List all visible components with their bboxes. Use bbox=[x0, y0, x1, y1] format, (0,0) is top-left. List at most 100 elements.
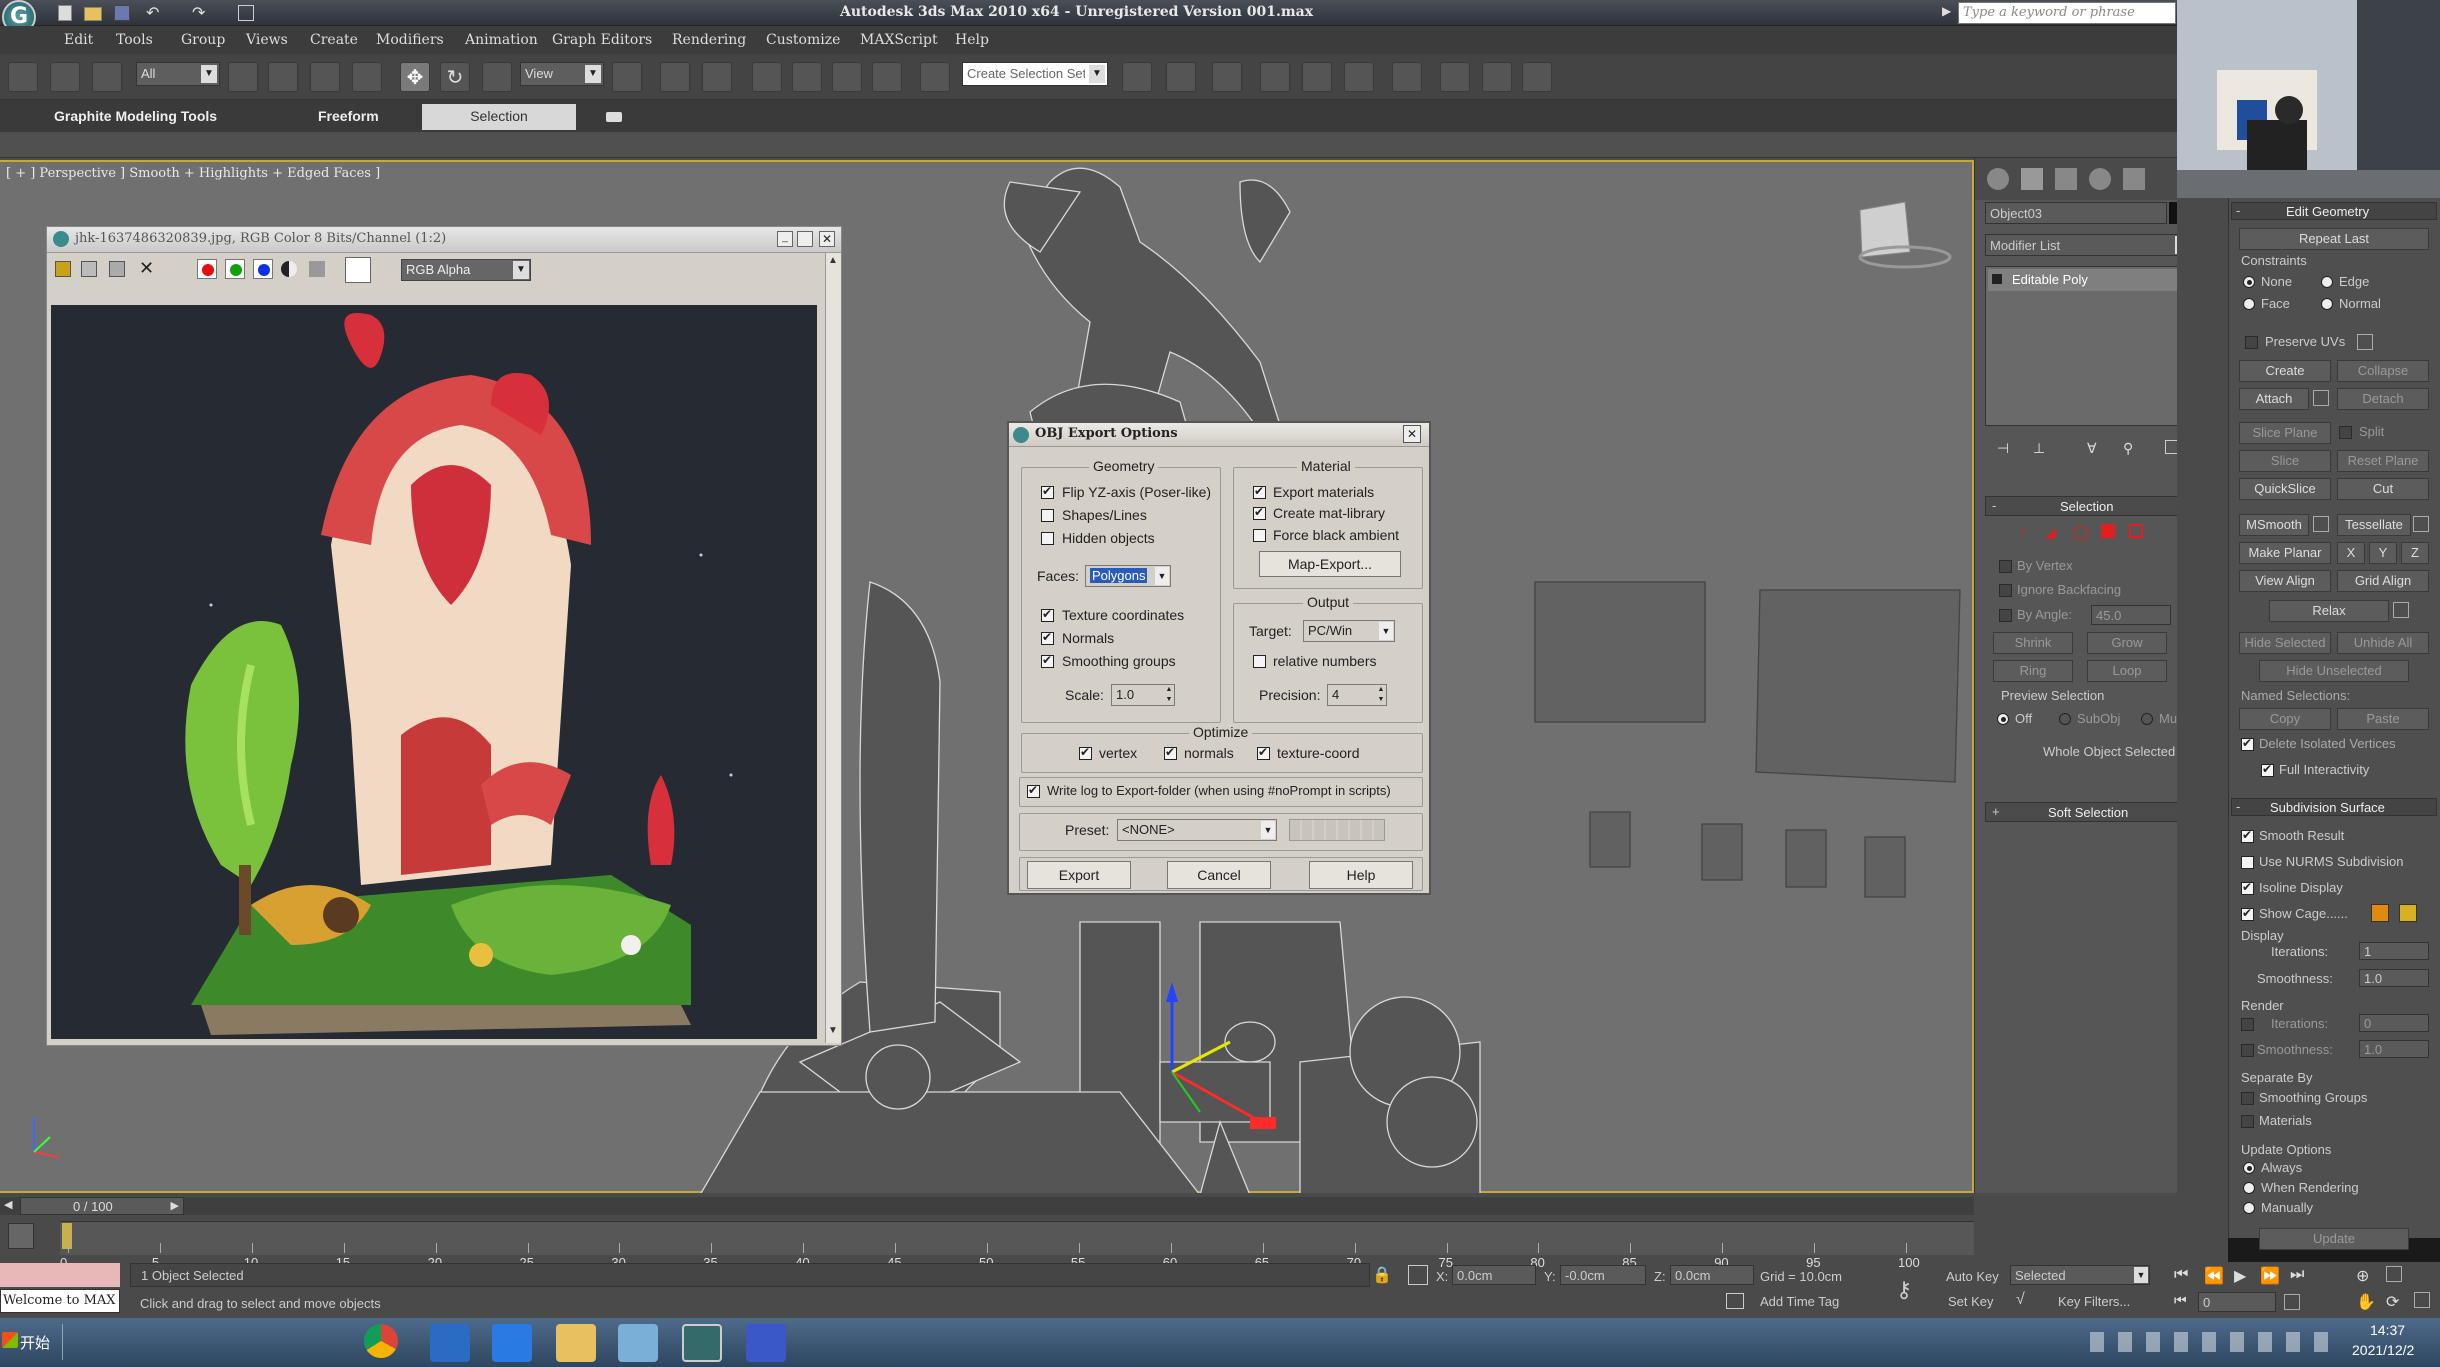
by-angle-spinner[interactable]: 45.0 bbox=[2091, 605, 2171, 625]
app-s-icon[interactable] bbox=[430, 1324, 470, 1362]
scroll-up-icon[interactable]: ▲ bbox=[828, 255, 838, 266]
ring-button[interactable]: Ring bbox=[1993, 660, 2073, 682]
preserve-uvs-checkbox[interactable] bbox=[2245, 336, 2258, 349]
z-coordinate-field[interactable]: 0.0cm bbox=[1670, 1265, 1754, 1285]
preset-actions[interactable] bbox=[1289, 819, 1385, 841]
soft-selection-rollout-header[interactable]: + Soft Selection bbox=[1985, 802, 2177, 822]
viewcube-icon[interactable] bbox=[1858, 201, 1952, 269]
edge-mode-icon[interactable]: ◢ bbox=[2045, 524, 2056, 541]
motion-tab-icon[interactable] bbox=[2089, 168, 2111, 190]
menu-create[interactable]: Create bbox=[310, 32, 358, 48]
select-by-name-icon[interactable] bbox=[268, 62, 298, 92]
show-end-result-icon[interactable]: ⊥ bbox=[2033, 440, 2045, 457]
optimize-normals-checkbox[interactable] bbox=[1164, 745, 1177, 760]
detach-button[interactable]: Detach bbox=[2337, 388, 2429, 410]
select-manipulate-icon[interactable] bbox=[660, 62, 690, 92]
grid-align-button[interactable]: Grid Align bbox=[2337, 570, 2429, 592]
view-align-button[interactable]: View Align bbox=[2239, 570, 2331, 592]
msmooth-button[interactable]: MSmooth bbox=[2239, 514, 2309, 536]
menu-rendering[interactable]: Rendering bbox=[672, 32, 746, 48]
file-explorer-icon[interactable] bbox=[556, 1324, 596, 1362]
preview-off-radio[interactable] bbox=[1997, 713, 2009, 725]
constraint-none-radio[interactable] bbox=[2243, 276, 2255, 288]
subdivision-surface-header[interactable]: - Subdivision Surface bbox=[2231, 798, 2437, 816]
rectangular-selection-icon[interactable] bbox=[310, 62, 340, 92]
spinner-snap-icon[interactable] bbox=[872, 62, 902, 92]
schematic-view-icon[interactable] bbox=[1344, 62, 1374, 92]
grow-button[interactable]: Grow bbox=[2087, 632, 2167, 654]
scroll-down-icon[interactable]: ▼ bbox=[828, 1025, 838, 1036]
select-object-icon[interactable] bbox=[228, 62, 258, 92]
obj-export-dialog[interactable]: OBJ Export Options ✕ Geometry Flip YZ-ax… bbox=[1007, 421, 1431, 895]
unhide-all-button[interactable]: Unhide All bbox=[2337, 632, 2429, 654]
hidden-objects-checkbox[interactable] bbox=[1041, 532, 1054, 545]
maxscript-output[interactable]: Welcome to MAX bbox=[0, 1289, 120, 1313]
time-configuration-icon[interactable] bbox=[2284, 1294, 2300, 1310]
tab-graphite-modeling-tools[interactable]: Graphite Modeling Tools bbox=[44, 104, 227, 130]
render-window-scrollbar[interactable]: ▲ ▼ bbox=[825, 253, 841, 1043]
reset-plane-button[interactable]: Reset Plane bbox=[2337, 450, 2429, 472]
background-color-swatch[interactable] bbox=[345, 257, 371, 283]
cage-selected-color-swatch[interactable] bbox=[2399, 904, 2417, 922]
smoothing-groups-checkbox[interactable] bbox=[1041, 653, 1054, 668]
display-iterations-spinner[interactable]: 1 bbox=[2359, 942, 2429, 960]
align-icon[interactable] bbox=[1166, 62, 1196, 92]
app-nav-icon[interactable] bbox=[492, 1324, 532, 1362]
unlink-icon[interactable] bbox=[50, 62, 80, 92]
search-arrow-icon[interactable]: ▶ bbox=[1942, 4, 1951, 18]
app-pen-icon[interactable] bbox=[618, 1324, 658, 1362]
delete-isolated-checkbox[interactable] bbox=[2241, 736, 2254, 751]
isoline-display-checkbox[interactable] bbox=[2241, 880, 2254, 895]
quickslice-button[interactable]: QuickSlice bbox=[2239, 478, 2331, 500]
key-mode-toggle-icon[interactable]: ⏮ bbox=[2174, 1292, 2187, 1309]
preview-subobj-radio[interactable] bbox=[2059, 713, 2071, 725]
by-vertex-checkbox[interactable] bbox=[1999, 560, 2012, 573]
new-file-icon[interactable] bbox=[58, 5, 72, 21]
update-manually-radio[interactable] bbox=[2243, 1202, 2255, 1214]
relative-numbers-checkbox[interactable] bbox=[1253, 655, 1266, 668]
material-editor-icon[interactable] bbox=[1392, 62, 1422, 92]
border-mode-icon[interactable]: ◯ bbox=[2073, 524, 2089, 541]
open-file-icon[interactable] bbox=[84, 7, 102, 21]
time-tag-icon[interactable] bbox=[1726, 1293, 1744, 1309]
system-tray-icons[interactable] bbox=[2090, 1332, 2330, 1352]
orbit-icon[interactable]: ⟳ bbox=[2386, 1292, 2399, 1312]
preset-dropdown[interactable]: <NONE> ▼ bbox=[1117, 819, 1277, 841]
edit-named-selection-icon[interactable] bbox=[920, 62, 950, 92]
save-image-icon[interactable] bbox=[55, 261, 71, 277]
light-bulb-icon[interactable] bbox=[1992, 274, 2002, 284]
time-slider[interactable]: ◀ 0 / 100 ▶ bbox=[0, 1197, 1974, 1215]
graphite-toggle-icon[interactable] bbox=[1260, 62, 1290, 92]
set-key-button[interactable]: Set Key bbox=[1948, 1294, 1994, 1309]
msmooth-settings-icon[interactable] bbox=[2313, 516, 2329, 532]
clear-icon[interactable]: ✕ bbox=[139, 258, 154, 279]
cancel-button[interactable]: Cancel bbox=[1167, 861, 1271, 889]
minimize-icon[interactable]: _ bbox=[777, 231, 793, 247]
undo-icon[interactable]: ↶ bbox=[146, 3, 159, 22]
scale-spinner[interactable]: 1.0 ▲ ▼ bbox=[1111, 684, 1175, 706]
object-name-field[interactable]: Object03 bbox=[1985, 202, 2167, 224]
key-mode-icon[interactable]: ⚷ bbox=[1896, 1277, 1912, 1303]
current-frame-field[interactable]: 0 bbox=[2198, 1292, 2276, 1312]
menu-group[interactable]: Group bbox=[181, 32, 225, 48]
y-coordinate-field[interactable]: -0.0cm bbox=[1560, 1265, 1646, 1285]
keyboard-shortcut-icon[interactable] bbox=[702, 62, 732, 92]
planar-z-button[interactable]: Z bbox=[2401, 542, 2429, 564]
channel-display-dropdown[interactable]: RGB Alpha ▼ bbox=[401, 259, 531, 281]
zoom-icon[interactable]: ⊕ bbox=[2356, 1266, 2369, 1286]
create-mat-library-checkbox[interactable] bbox=[1253, 505, 1266, 520]
update-when-rendering-radio[interactable] bbox=[2243, 1182, 2255, 1194]
cut-button[interactable]: Cut bbox=[2337, 478, 2429, 500]
separate-materials-checkbox[interactable] bbox=[2241, 1115, 2254, 1128]
menu-views[interactable]: Views bbox=[246, 32, 288, 48]
play-icon[interactable]: ▶ bbox=[2234, 1266, 2246, 1286]
3dsmax-taskbar-icon[interactable] bbox=[682, 1324, 722, 1362]
display-smoothness-spinner[interactable]: 1.0 bbox=[2359, 969, 2429, 987]
curve-editor-mini-icon[interactable] bbox=[8, 1223, 34, 1249]
collapse-button[interactable]: Collapse bbox=[2337, 360, 2429, 382]
go-to-start-icon[interactable]: ⏮ bbox=[2174, 1266, 2188, 1284]
force-black-ambient-checkbox[interactable] bbox=[1253, 529, 1266, 542]
full-interactivity-checkbox[interactable] bbox=[2261, 762, 2274, 777]
start-button[interactable]: 开始 bbox=[0, 1324, 60, 1360]
render-production-icon[interactable] bbox=[1522, 62, 1552, 92]
